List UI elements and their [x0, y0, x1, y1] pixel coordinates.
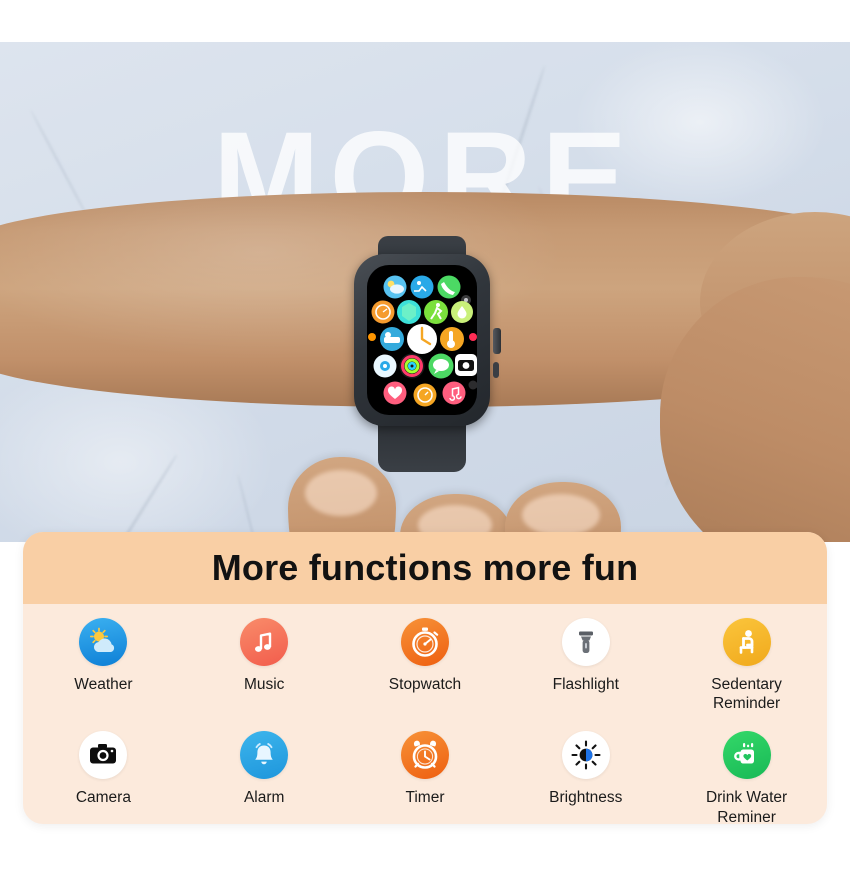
watch-case: [354, 254, 501, 426]
feature-label-line1: Sedentary: [711, 676, 782, 693]
watch-app-phone: [437, 275, 461, 299]
features-panel: More functions more fun Weather Music St…: [23, 532, 827, 824]
feature-label: Sedentary Reminder: [711, 675, 782, 713]
product-feature-image: MORE More functions more fun Weather Mus…: [0, 0, 850, 882]
feature-label: Music: [243, 676, 285, 693]
watch-screen[interactable]: [367, 265, 477, 415]
feature-timer[interactable]: Timer: [345, 731, 506, 824]
feature-sedentary-reminder[interactable]: Sedentary Reminder: [666, 618, 827, 713]
fingernail: [305, 470, 377, 516]
fingernail: [522, 494, 600, 536]
watch-app-indicator-lock: [468, 380, 477, 390]
feature-stopwatch[interactable]: Stopwatch: [345, 618, 506, 713]
feature-label: Camera: [75, 789, 131, 807]
marble-vein: [85, 454, 178, 542]
features-panel-header: More functions more fun: [23, 532, 827, 604]
feature-camera[interactable]: Camera: [23, 731, 184, 824]
feature-label: Timer: [405, 789, 445, 807]
features-row: Camera Alarm Timer Brightness Drink Wate…: [23, 731, 827, 824]
feature-label-line1: Drink Water: [705, 789, 788, 807]
weather-icon: [79, 618, 128, 666]
watch-app-grid[interactable]: [367, 265, 477, 415]
music-icon: [240, 618, 289, 666]
features-grid: Weather Music Stopwatch Flashlight Seden…: [23, 604, 827, 824]
drink-water-icon: [722, 731, 771, 780]
feature-weather[interactable]: Weather: [23, 618, 184, 713]
feature-brightness[interactable]: Brightness: [505, 731, 666, 824]
sedentary-icon: [722, 618, 771, 666]
feature-alarm[interactable]: Alarm: [184, 731, 345, 824]
feature-label-line2: Reminder: [712, 695, 781, 713]
features-title: More functions more fun: [211, 547, 639, 588]
smartwatch: [348, 236, 501, 472]
timer-icon: [400, 731, 449, 780]
watch-app-indicator-left: [368, 333, 376, 341]
flashlight-icon: [561, 618, 610, 666]
feature-flashlight[interactable]: Flashlight: [505, 618, 666, 713]
watch-app-music: [442, 381, 466, 405]
brightness-icon: [561, 731, 610, 780]
feature-label: Flashlight: [552, 676, 619, 693]
features-row: Weather Music Stopwatch Flashlight Seden…: [23, 618, 827, 713]
feature-drink-water-reminder[interactable]: Drink Water Reminer: [666, 731, 827, 824]
feature-label-line2: Reminer: [717, 808, 776, 824]
feature-label: Alarm: [243, 789, 285, 807]
feature-label: Drink Water Reminer: [706, 788, 787, 824]
feature-label: Weather: [74, 676, 133, 693]
hero-photo: MORE: [0, 42, 850, 542]
stopwatch-icon: [400, 618, 449, 666]
feature-label: Brightness: [549, 789, 623, 807]
watch-app-indicator-right: [469, 333, 477, 341]
feature-label: Stopwatch: [388, 676, 462, 693]
camera-icon: [79, 731, 128, 780]
feature-music[interactable]: Music: [184, 618, 345, 713]
alarm-icon: [240, 731, 289, 780]
watch-crown[interactable]: [493, 328, 501, 354]
watch-side-button[interactable]: [493, 362, 499, 378]
